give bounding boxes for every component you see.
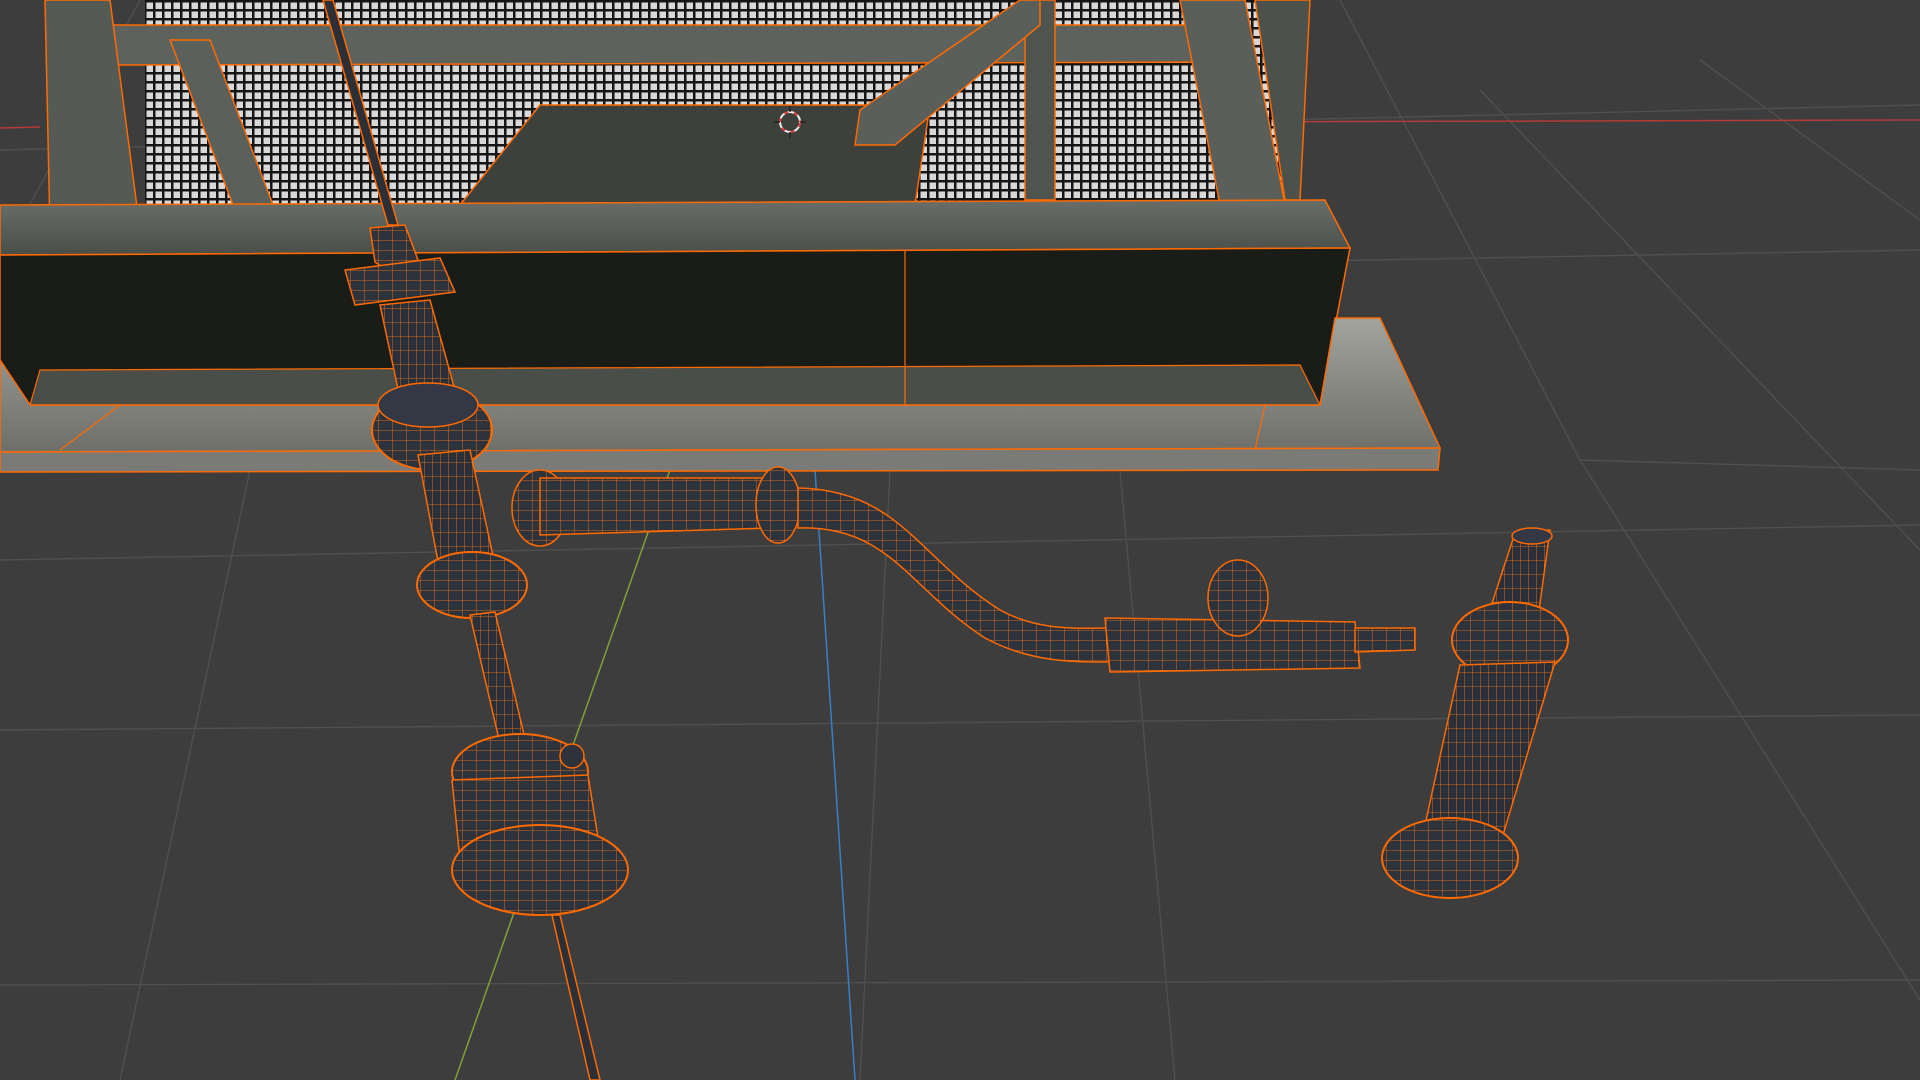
casing-valve-knob <box>559 743 585 769</box>
x-axis-line-left <box>0 126 41 129</box>
top-beam <box>109 24 1246 66</box>
viewport-canvas[interactable] <box>0 0 1920 1080</box>
valve-outlet <box>1354 627 1416 653</box>
upper-flange-top <box>377 382 479 428</box>
base-beam-top <box>0 199 1352 256</box>
base-beam-lip <box>29 364 1321 406</box>
casing-head-base <box>451 824 629 916</box>
pumpjack-frame[interactable] <box>0 0 1352 406</box>
lower-flange <box>416 551 528 619</box>
3d-viewport[interactable] <box>0 0 1920 1080</box>
stack-cone-tip <box>1511 527 1553 545</box>
valve-cap <box>1207 559 1269 637</box>
pad-front <box>0 447 1441 473</box>
flowline-straight <box>539 477 771 536</box>
flowline-coupling <box>755 466 801 544</box>
stack-base <box>1381 817 1519 899</box>
